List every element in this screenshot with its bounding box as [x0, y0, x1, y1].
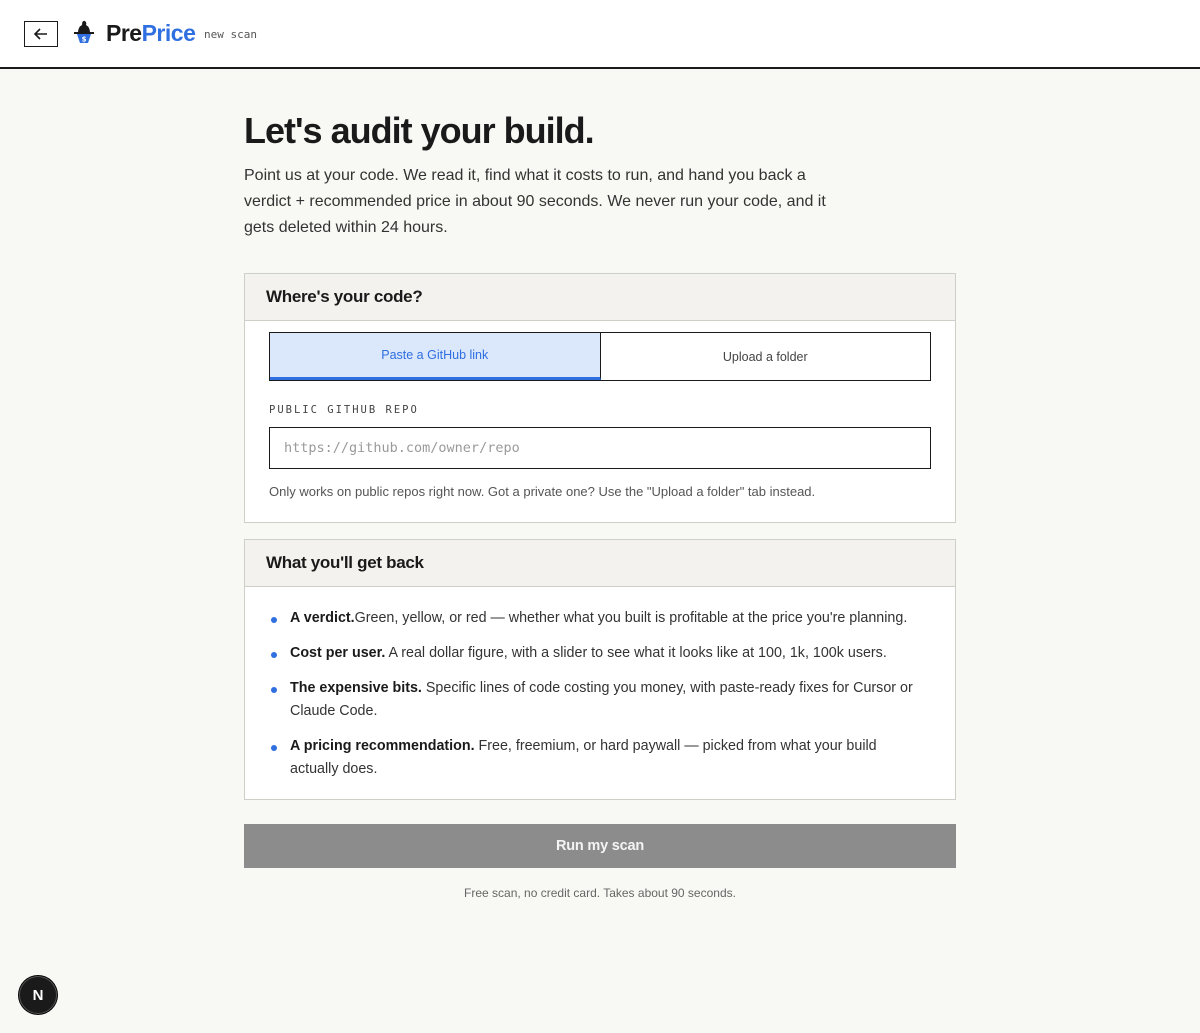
list-item: A pricing recommendation. Free, freemium… — [269, 735, 929, 781]
list-item: The expensive bits. Specific lines of co… — [269, 677, 929, 723]
back-button[interactable] — [24, 21, 58, 47]
arrow-left-icon — [34, 28, 47, 40]
logo-icon: $ — [74, 20, 94, 44]
page-tag: new scan — [204, 28, 257, 41]
top-bar: $ PrePrice new scan — [0, 0, 1200, 69]
n-logo-icon: N — [32, 986, 44, 1004]
repo-help-text: Only works on public repos right now. Go… — [269, 484, 816, 499]
deliverables-card: What you'll get back A verdict.Green, ye… — [244, 539, 956, 800]
scan-footnote: Free scan, no credit card. Takes about 9… — [464, 886, 736, 900]
dev-tools-badge[interactable]: N — [19, 976, 57, 1014]
bullet-icon — [271, 687, 277, 693]
brand-price: Price — [141, 20, 196, 46]
bullet-icon — [271, 745, 277, 751]
brand-name: PrePrice — [106, 19, 196, 47]
benefit-text: Green, yellow, or red — whether what you… — [354, 610, 908, 626]
benefit-title: A verdict. — [290, 610, 355, 626]
tab-upload-folder[interactable]: Upload a folder — [601, 333, 931, 380]
brand-pre: Pre — [106, 20, 142, 46]
repo-url-input[interactable] — [269, 427, 931, 469]
run-scan-button[interactable]: Run my scan — [244, 824, 956, 868]
source-tabs: Paste a GitHub link Upload a folder — [269, 332, 931, 381]
svg-text:$: $ — [82, 36, 87, 44]
deliverables-list: A verdict.Green, yellow, or red — whethe… — [269, 607, 929, 793]
deliverables-heading: What you'll get back — [245, 540, 955, 587]
intro-text: Point us at your code. We read it, find … — [244, 167, 826, 236]
repo-field-label: PUBLIC GITHUB REPO — [269, 404, 419, 416]
benefit-title: A pricing recommendation. — [290, 738, 475, 754]
bullet-icon — [271, 652, 277, 658]
list-item: Cost per user. A real dollar figure, wit… — [269, 642, 929, 665]
benefit-text: A real dollar figure, with a slider to s… — [385, 645, 887, 661]
code-source-heading: Where's your code? — [245, 274, 955, 321]
bullet-icon — [271, 617, 277, 623]
code-source-card: Where's your code? Paste a GitHub link U… — [244, 273, 956, 523]
tab-github-link[interactable]: Paste a GitHub link — [270, 333, 601, 380]
list-item: A verdict.Green, yellow, or red — whethe… — [269, 607, 929, 630]
benefit-title: Cost per user. — [290, 645, 386, 661]
page-title: Let's audit your build. — [244, 110, 595, 151]
benefit-title: The expensive bits. — [290, 680, 422, 696]
